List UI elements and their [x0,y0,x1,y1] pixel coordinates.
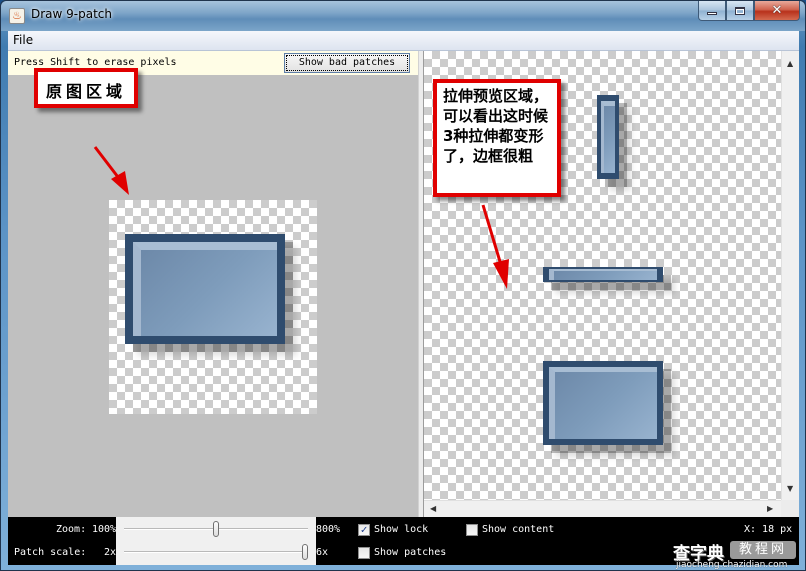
maximize-button[interactable] [726,1,754,21]
scroll-left-icon[interactable]: ◀ [430,504,436,513]
patch-fill [549,367,657,439]
show-patches-label: Show patches [374,547,447,558]
patch-scale-label: Patch scale: [14,547,87,558]
vertical-scrollbar[interactable]: ▲ ▼ [781,51,799,500]
zoom-min-label: 100% [92,524,117,535]
horizontal-stretch-preview [543,267,663,282]
maximize-icon [735,6,745,15]
preview-area-arrow [481,204,509,289]
vertical-stretch-preview [597,95,619,179]
title-bar[interactable]: ♨ Draw 9-patch ✕ [1,1,805,31]
minimize-icon [707,12,717,15]
patch-scale-slider-thumb[interactable] [302,544,308,560]
zoom-max-label: 800% [316,524,341,535]
scroll-down-icon[interactable]: ▼ [787,484,793,493]
close-button[interactable]: ✕ [754,1,800,21]
menu-bar: File [8,31,799,51]
patch-scale-max-label: 6x [316,547,329,558]
show-content-label: Show content [482,524,555,535]
hint-text: Press Shift to erase pixels [14,57,177,68]
original-image-canvas[interactable] [109,200,317,414]
window-controls: ✕ [698,1,800,21]
window-title: Draw 9-patch [31,7,112,21]
show-lock-label: Show lock [374,524,429,535]
minimize-button[interactable] [698,1,726,21]
original-area-arrow [93,146,129,195]
show-lock-checkbox[interactable]: ✓ [358,524,370,536]
show-content-checkbox[interactable] [466,524,478,536]
patch-fill [549,269,657,280]
patch-fill [601,101,615,173]
show-bad-patches-button[interactable]: Show bad patches [284,53,410,73]
patch-scale-min-label: 2x [104,547,117,558]
horizontal-scrollbar[interactable]: ◀ ▶ [424,500,781,517]
original-patch-image [125,234,285,344]
show-patches-checkbox[interactable] [358,547,370,559]
app-window: ♨ Draw 9-patch ✕ File Press Shift to era… [0,0,806,571]
watermark-url: jiaocheng.chazidian.com [676,560,788,570]
scroll-up-icon[interactable]: ▲ [787,59,793,68]
patch-scale-slider-track[interactable] [124,551,308,553]
client-area: File Press Shift to erase pixels Show ba… [8,31,799,565]
java-cup-icon: ♨ [9,8,25,24]
x-coordinate-readout: X: 18 px [744,524,793,535]
zoom-slider-thumb[interactable] [213,521,219,537]
close-icon: ✕ [771,3,783,18]
watermark: 查字典 教程网 jiaocheng.chazidian.com [673,539,803,571]
scroll-right-icon[interactable]: ▶ [767,504,773,513]
preview-area-callout: 拉伸预览区域，可以看出这时候3种拉伸都变形了，边框很粗 [433,79,561,197]
both-stretch-preview [543,361,663,445]
slider-panel [116,517,316,565]
original-area-callout: 原图区域 [34,68,138,108]
menu-file[interactable]: File [13,33,33,47]
editor-pane[interactable]: Press Shift to erase pixels Show bad pat… [8,51,418,517]
zoom-label: Zoom: [56,524,87,535]
watermark-box: 教程网 [730,541,796,559]
patch-fill [133,242,277,336]
